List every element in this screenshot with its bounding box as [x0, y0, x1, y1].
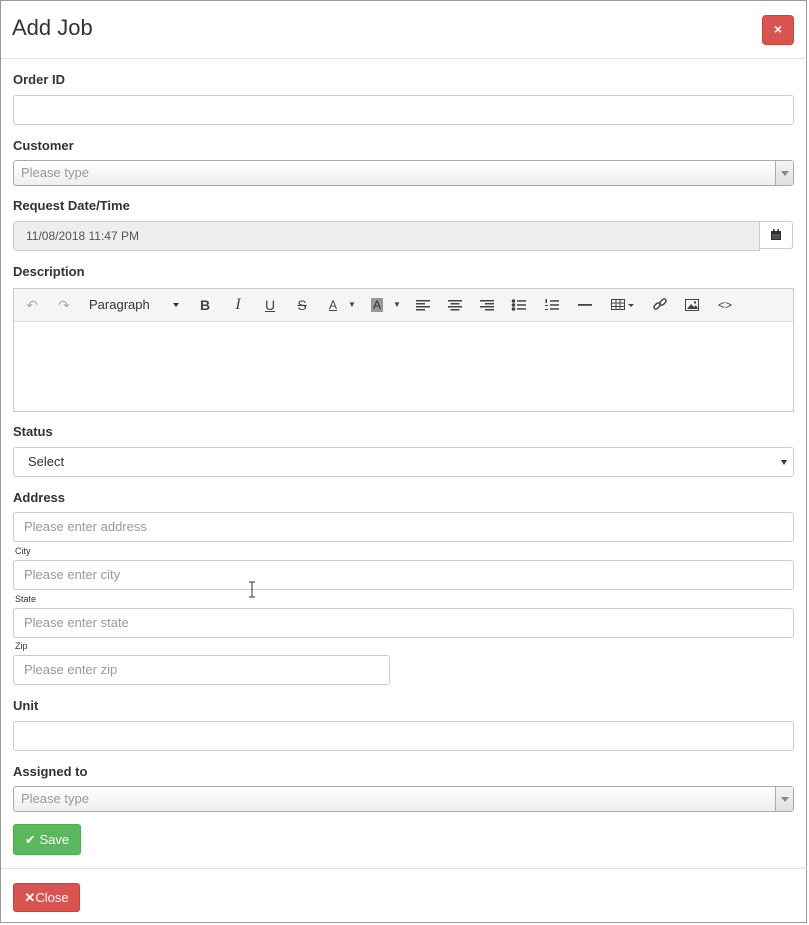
close-button[interactable]: ✕Close: [13, 883, 80, 912]
link-icon[interactable]: [652, 295, 668, 315]
order-id-input[interactable]: [13, 95, 794, 125]
description-label: Description: [13, 264, 85, 279]
address-input[interactable]: Please enter address: [13, 512, 794, 542]
align-right-icon[interactable]: [479, 295, 495, 315]
save-button[interactable]: ✔ Save: [13, 824, 81, 855]
status-select[interactable]: Select: [13, 447, 794, 477]
check-icon: ✔: [24, 832, 36, 847]
italic-icon[interactable]: I: [228, 295, 248, 315]
save-button-label: Save: [39, 832, 70, 847]
redo-icon[interactable]: ↷: [54, 295, 74, 315]
city-label: City: [15, 546, 31, 556]
caret-down-icon[interactable]: ▼: [392, 295, 402, 315]
undo-icon[interactable]: ↶: [22, 295, 42, 315]
chevron-down-icon[interactable]: [775, 161, 793, 185]
assigned-to-label: Assigned to: [13, 764, 88, 779]
font-color-icon[interactable]: A: [323, 295, 343, 315]
underline-icon[interactable]: U: [260, 295, 280, 315]
chevron-down-icon[interactable]: [775, 787, 793, 811]
footer-divider: [1, 868, 808, 869]
request-date-label: Request Date/Time: [13, 198, 130, 213]
bold-icon[interactable]: B: [195, 295, 215, 315]
state-label: State: [15, 594, 37, 604]
editor-toolbar: ↶ ↷ Paragraph B I U S A ▼ A ▼ <>: [14, 289, 793, 322]
close-icon: ✕: [24, 890, 36, 905]
align-left-icon[interactable]: [415, 295, 431, 315]
paragraph-label: Paragraph: [89, 297, 150, 312]
zip-input[interactable]: Please enter zip: [13, 655, 390, 685]
numbered-list-icon[interactable]: [544, 295, 560, 315]
status-selected-value: Select: [28, 454, 65, 469]
caret-down-icon: [173, 303, 179, 307]
unit-input[interactable]: [13, 721, 794, 751]
caret-down-icon[interactable]: ▼: [347, 295, 357, 315]
customer-placeholder: Please type: [21, 165, 89, 180]
strikethrough-icon[interactable]: S: [292, 295, 312, 315]
city-input[interactable]: Please enter city: [13, 560, 794, 590]
request-date-input[interactable]: 11/08/2018 11:47 PM: [13, 221, 760, 251]
unit-label: Unit: [13, 698, 39, 713]
status-label: Status: [13, 424, 53, 439]
table-icon[interactable]: [610, 295, 636, 315]
bullet-list-icon[interactable]: [511, 295, 527, 315]
close-button-label: Close: [35, 890, 69, 905]
align-center-icon[interactable]: [447, 295, 463, 315]
assigned-to-placeholder: Please type: [21, 791, 89, 806]
calendar-icon: [771, 229, 781, 240]
image-icon[interactable]: [684, 295, 700, 315]
chevron-down-icon: [781, 460, 787, 465]
calendar-button[interactable]: [759, 221, 793, 249]
modal-title: Add Job: [12, 15, 93, 40]
add-job-modal: Add Job × Order ID Customer Please type …: [0, 0, 808, 923]
order-id-label: Order ID: [13, 72, 66, 87]
horizontal-rule-icon[interactable]: [577, 295, 593, 315]
address-label: Address: [13, 490, 66, 505]
customer-label: Customer: [13, 138, 74, 153]
paragraph-dropdown[interactable]: Paragraph: [89, 295, 184, 315]
highlight-color-icon[interactable]: A: [367, 295, 387, 315]
code-view-icon[interactable]: <>: [716, 295, 734, 315]
modal-header: Add Job ×: [1, 1, 808, 59]
state-input[interactable]: Please enter state: [13, 608, 794, 638]
customer-combobox[interactable]: Please type: [13, 160, 794, 186]
assigned-to-combobox[interactable]: Please type: [13, 786, 794, 812]
text-cursor-icon: [249, 581, 255, 598]
description-editor[interactable]: ↶ ↷ Paragraph B I U S A ▼ A ▼ <>: [13, 288, 794, 412]
zip-label: Zip: [15, 641, 28, 651]
modal-close-x-button[interactable]: ×: [762, 15, 794, 45]
